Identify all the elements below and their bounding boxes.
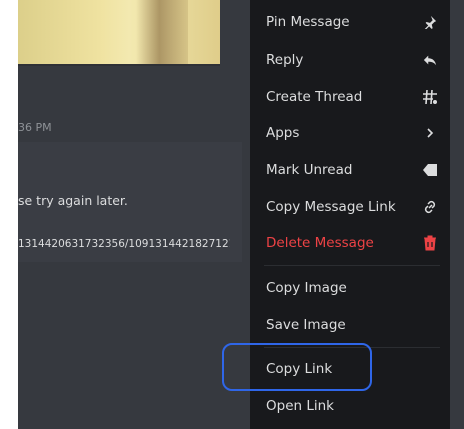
chevron-right-icon	[422, 125, 438, 141]
menu-item-label: Pin Message	[266, 14, 350, 30]
menu-item-label: Mark Unread	[266, 162, 353, 178]
thread-icon	[422, 89, 438, 105]
menu-separator	[264, 265, 440, 266]
menu-item-copy-image[interactable]: Copy Image	[250, 271, 450, 305]
menu-item-label: Delete Message	[266, 235, 374, 251]
menu-item-create-thread[interactable]: Create Thread	[250, 80, 450, 114]
image-shadow	[136, 0, 188, 64]
link-icon	[422, 199, 438, 215]
message-timestamp: 36 PM	[18, 121, 52, 134]
menu-item-mark-unread[interactable]: Mark Unread	[250, 153, 450, 187]
menu-item-label: Reply	[266, 52, 304, 68]
image-attachment[interactable]	[18, 0, 220, 66]
menu-item-copy-message-link[interactable]: Copy Message Link	[250, 190, 450, 224]
menu-item-open-link[interactable]: Open Link	[250, 389, 450, 423]
reply-icon	[422, 52, 438, 68]
mark-unread-icon	[422, 162, 438, 178]
menu-item-label: Copy Message Link	[266, 199, 396, 215]
menu-item-delete-message[interactable]: Delete Message	[250, 226, 450, 260]
trash-icon	[422, 235, 438, 251]
menu-item-label: Create Thread	[266, 89, 363, 105]
message-text: se try again later.	[18, 193, 128, 208]
message-link[interactable]: 1314420631732356/1091314421827121	[18, 238, 230, 250]
copy-link-highlight	[222, 343, 372, 391]
menu-item-label: Copy Image	[266, 280, 347, 296]
menu-item-save-image[interactable]: Save Image	[250, 308, 450, 342]
menu-item-label: Open Link	[266, 398, 334, 414]
menu-item-label: Save Image	[266, 317, 346, 333]
menu-item-reply[interactable]: Reply	[250, 43, 450, 77]
menu-item-label: Apps	[266, 125, 300, 141]
menu-item-apps[interactable]: Apps	[250, 116, 450, 150]
chat-window: 36 PM se try again later. 13144206317323…	[18, 0, 464, 429]
menu-item-pin-message[interactable]: Pin Message	[250, 5, 450, 39]
pin-icon	[422, 14, 438, 30]
